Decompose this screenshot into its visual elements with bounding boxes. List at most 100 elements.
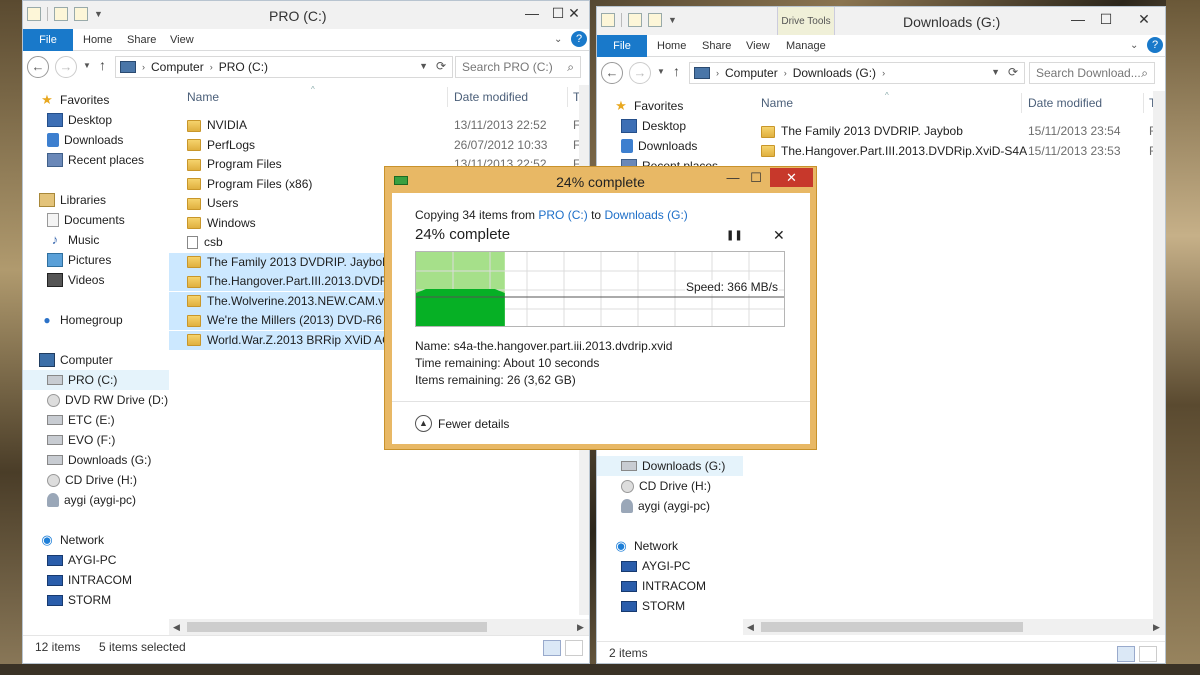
large-icons-view-icon[interactable]	[1139, 646, 1157, 662]
column-header-date[interactable]: Date modified	[454, 85, 528, 109]
scroll-left-icon[interactable]: ◀	[747, 619, 754, 635]
tab-share[interactable]: Share	[127, 29, 156, 51]
breadcrumb-pro-c[interactable]: PRO (C:)	[219, 60, 268, 74]
dialog-title-bar[interactable]: 24% complete — ☐ ✕	[385, 167, 816, 193]
refresh-icon[interactable]: ⟳	[436, 59, 446, 73]
scroll-right-icon[interactable]: ▶	[577, 619, 584, 635]
breadcrumb-downloads-g[interactable]: Downloads (G:)	[793, 66, 876, 80]
tab-view[interactable]: View	[746, 35, 770, 57]
refresh-icon[interactable]: ⟳	[1008, 65, 1018, 79]
search-input[interactable]: Search PRO (C:) ⌕	[455, 56, 581, 78]
breadcrumb-computer[interactable]: Computer	[151, 60, 204, 74]
nav-drive-evo[interactable]: EVO (F:)	[47, 430, 115, 450]
chevron-down-icon[interactable]: ▼	[991, 67, 1000, 77]
nav-favorites[interactable]: ★ Favorites	[39, 90, 109, 110]
recent-locations-icon[interactable]: ▼	[83, 61, 91, 70]
recent-locations-icon[interactable]: ▼	[657, 67, 665, 76]
maximize-button[interactable]: ☐	[744, 169, 768, 187]
back-button[interactable]: ←	[27, 56, 49, 78]
nav-desktop[interactable]: Desktop	[47, 110, 112, 130]
minimize-button[interactable]: —	[519, 3, 545, 23]
help-icon[interactable]: ?	[571, 31, 587, 47]
breadcrumb-computer[interactable]: Computer	[725, 66, 778, 80]
source-link[interactable]: PRO (C:)	[538, 208, 587, 222]
search-icon[interactable]: ⌕	[1141, 63, 1148, 83]
tab-home[interactable]: Home	[83, 29, 112, 51]
nav-downloads[interactable]: Downloads	[621, 136, 697, 156]
nav-aygi[interactable]: aygi (aygi-pc)	[621, 496, 710, 516]
file-row[interactable]: PerfLogs26/07/2012 10:33File	[169, 136, 589, 155]
tab-home[interactable]: Home	[657, 35, 686, 57]
title-bar[interactable]: ▼ Drive Tools Downloads (G:) — ☐ ✕	[597, 7, 1165, 35]
file-row[interactable]: NVIDIA13/11/2013 22:52File	[169, 116, 589, 135]
nav-drive-dvd[interactable]: DVD RW Drive (D:)	[47, 390, 168, 410]
new-folder-icon[interactable]	[54, 7, 68, 21]
address-bar[interactable]: › Computer › PRO (C:) ▼ ⟳	[115, 56, 453, 78]
search-icon[interactable]: ⌕	[567, 57, 574, 77]
file-row[interactable]: The Family 2013 DVDRIP. Jaybob 15/11/2013…	[743, 122, 1165, 141]
nav-recent-places[interactable]: Recent places	[47, 150, 144, 170]
customize-toolbar-icon[interactable]: ▼	[668, 15, 677, 25]
search-input[interactable]: Search Download... ⌕	[1029, 62, 1155, 84]
column-separator[interactable]	[567, 87, 568, 107]
tab-view[interactable]: View	[170, 29, 194, 51]
nav-net-aygi-pc[interactable]: AYGI-PC	[47, 550, 116, 570]
column-separator[interactable]	[1021, 93, 1022, 113]
close-button[interactable]: ✕	[557, 3, 589, 23]
nav-drive-downloads[interactable]: Downloads (G:)	[47, 450, 151, 470]
close-button[interactable]: ✕	[1127, 9, 1161, 29]
nav-libraries[interactable]: Libraries	[39, 190, 106, 210]
navigation-pane[interactable]: ★ Favorites Desktop Downloads Recent plac…	[23, 82, 169, 622]
nav-net-storm[interactable]: STORM	[621, 596, 685, 616]
tab-file[interactable]: File	[23, 29, 73, 51]
nav-net-storm[interactable]: STORM	[47, 590, 111, 610]
nav-drive-etc[interactable]: ETC (E:)	[47, 410, 115, 430]
nav-computer[interactable]: Computer	[39, 350, 113, 370]
maximize-button[interactable]: ☐	[1093, 9, 1119, 29]
forward-button[interactable]: →	[629, 62, 651, 84]
scrollbar-thumb[interactable]	[761, 622, 1023, 632]
expand-ribbon-icon[interactable]: ⌄	[554, 29, 562, 51]
nav-pictures[interactable]: Pictures	[47, 250, 111, 270]
vertical-scrollbar[interactable]	[1153, 91, 1165, 619]
horizontal-scrollbar[interactable]: ◀ ▶	[169, 619, 589, 635]
tab-share[interactable]: Share	[702, 35, 731, 57]
nav-net-aygi-pc[interactable]: AYGI-PC	[621, 556, 690, 576]
nav-homegroup[interactable]: ● Homegroup	[39, 310, 122, 330]
address-bar[interactable]: › Computer › Downloads (G:) › ▼ ⟳	[689, 62, 1025, 84]
nav-net-intracom[interactable]: INTRACOM	[47, 570, 132, 590]
nav-drive-cd[interactable]: CD Drive (H:)	[621, 476, 711, 496]
pause-icon[interactable]: ❚❚	[726, 230, 743, 241]
column-separator[interactable]	[1143, 93, 1144, 113]
nav-net-intracom[interactable]: INTRACOM	[621, 576, 706, 596]
forward-button[interactable]: →	[55, 56, 77, 78]
folder-icon[interactable]	[648, 13, 662, 27]
nav-favorites[interactable]: ★ Favorites	[613, 96, 683, 116]
tab-file[interactable]: File	[597, 35, 647, 57]
scroll-right-icon[interactable]: ▶	[1153, 619, 1160, 635]
minimize-button[interactable]: —	[721, 169, 745, 187]
nav-videos[interactable]: Videos	[47, 270, 104, 290]
folder-icon[interactable]	[74, 7, 88, 21]
nav-documents[interactable]: Documents	[47, 210, 125, 230]
nav-music[interactable]: ♪ Music	[47, 230, 100, 250]
cancel-icon[interactable]: ✕	[773, 227, 785, 244]
destination-link[interactable]: Downloads (G:)	[604, 208, 687, 222]
back-button[interactable]: ←	[601, 62, 623, 84]
scrollbar-thumb[interactable]	[187, 622, 487, 632]
title-bar[interactable]: ▼ PRO (C:) — ☐ ✕	[23, 1, 589, 29]
scroll-left-icon[interactable]: ◀	[173, 619, 180, 635]
up-arrow-icon[interactable]: ↑	[673, 63, 680, 79]
nav-downloads[interactable]: Downloads	[47, 130, 123, 150]
expand-ribbon-icon[interactable]: ⌄	[1130, 35, 1138, 57]
close-button[interactable]: ✕	[770, 168, 813, 187]
horizontal-scrollbar[interactable]: ◀ ▶	[743, 619, 1165, 635]
up-arrow-icon[interactable]: ↑	[99, 57, 106, 73]
new-folder-icon[interactable]	[628, 13, 642, 27]
column-header-name[interactable]: Name	[761, 91, 793, 115]
nav-drive-cd[interactable]: CD Drive (H:)	[47, 470, 137, 490]
nav-network[interactable]: ◉ Network	[39, 530, 104, 550]
details-view-icon[interactable]	[543, 640, 561, 656]
nav-desktop[interactable]: Desktop	[621, 116, 686, 136]
chevron-down-icon[interactable]: ▼	[419, 61, 428, 71]
